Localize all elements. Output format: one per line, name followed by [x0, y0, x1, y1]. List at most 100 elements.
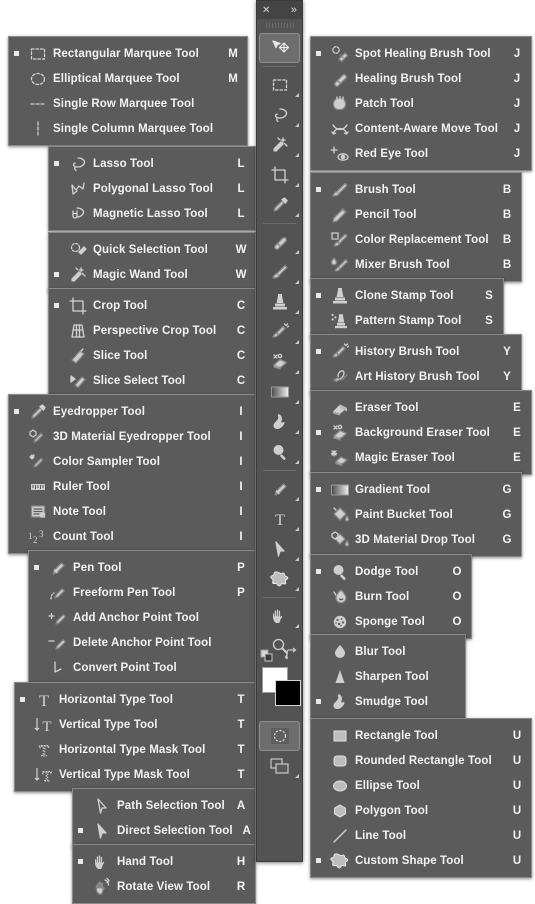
tool-item[interactable]: Art History Brush Tool Y: [311, 364, 521, 389]
tool-item[interactable]: Slice Select Tool C: [49, 368, 255, 393]
tool-item[interactable]: Perspective Crop Tool C: [49, 318, 255, 343]
swap-colors-icon[interactable]: [284, 647, 299, 667]
tool-item[interactable]: Brush Tool B: [311, 177, 521, 202]
tool-item[interactable]: T Vertical Type Tool T: [15, 712, 255, 737]
path-selection-tool-button[interactable]: [257, 534, 302, 564]
expand-collapse-icon[interactable]: »: [291, 4, 297, 16]
tool-item[interactable]: Color Sampler Tool I: [9, 449, 255, 474]
tool-item[interactable]: Spot Healing Brush Tool J: [311, 41, 531, 66]
rectangular-marquee-tool-button[interactable]: [257, 70, 302, 100]
screen-mode-button[interactable]: [257, 751, 302, 781]
eyedropper-tool-button[interactable]: [257, 190, 302, 220]
tool-item[interactable]: Rectangle Tool U: [311, 723, 531, 748]
tool-item[interactable]: Single Column Marquee Tool: [9, 116, 247, 141]
selected-indicator: [15, 697, 29, 702]
tool-item[interactable]: T Horizontal Type Tool T: [15, 687, 255, 712]
tool-item[interactable]: Rectangular Marquee Tool M: [9, 41, 247, 66]
tool-item[interactable]: Red Eye Tool J: [311, 141, 531, 166]
tool-item[interactable]: Magnetic Lasso Tool L: [49, 201, 255, 226]
tool-item[interactable]: Sponge Tool O: [311, 609, 471, 634]
tool-item[interactable]: Single Row Marquee Tool: [9, 91, 247, 116]
lasso-tool-button[interactable]: [257, 100, 302, 130]
tool-item[interactable]: Content-Aware Move Tool J: [311, 116, 531, 141]
tool-item[interactable]: Background Eraser Tool E: [311, 420, 531, 445]
tool-item[interactable]: 1 2 3 Count Tool I: [9, 524, 255, 549]
tool-item[interactable]: Eraser Tool E: [311, 395, 531, 420]
tool-label: Delete Anchor Point Tool: [73, 636, 212, 649]
tool-shortcut: B: [502, 183, 512, 196]
tool-item[interactable]: Slice Tool C: [49, 343, 255, 368]
tool-item[interactable]: Ellipse Tool U: [311, 773, 531, 798]
patch-icon: [325, 91, 355, 116]
spot-healing-brush-tool-button[interactable]: [257, 227, 302, 257]
tool-item[interactable]: 3D Material Drop Tool G: [311, 527, 521, 552]
tool-item[interactable]: Crop Tool C: [49, 293, 255, 318]
tool-item[interactable]: Lasso Tool L: [49, 151, 255, 176]
tool-item[interactable]: Paint Bucket Tool G: [311, 502, 521, 527]
tool-label: Background Eraser Tool: [355, 426, 490, 439]
horizontal-type-tool-button[interactable]: T: [257, 504, 302, 534]
magic-wand-tool-button[interactable]: [257, 130, 302, 160]
tool-item[interactable]: Elliptical Marquee Tool M: [9, 66, 247, 91]
tool-item[interactable]: Add Anchor Point Tool: [29, 605, 255, 630]
tool-item[interactable]: Rounded Rectangle Tool U: [311, 748, 531, 773]
tool-item[interactable]: Rotate View Tool R: [73, 874, 255, 899]
custom-shape-tool-button[interactable]: [257, 564, 302, 594]
tool-item[interactable]: T Vertical Type Mask Tool T: [15, 762, 255, 787]
hand-tool-button[interactable]: [257, 601, 302, 631]
tool-item[interactable]: Healing Brush Tool J: [311, 66, 531, 91]
dodge-tool-button[interactable]: [257, 437, 302, 467]
tool-item[interactable]: History Brush Tool Y: [311, 339, 521, 364]
tool-item[interactable]: Pencil Tool B: [311, 202, 521, 227]
tool-item[interactable]: Delete Anchor Point Tool: [29, 630, 255, 655]
tool-item[interactable]: Mixer Brush Tool B: [311, 252, 521, 277]
tool-item[interactable]: Blur Tool: [311, 639, 465, 664]
tool-item[interactable]: Burn Tool O: [311, 584, 471, 609]
tool-item[interactable]: Custom Shape Tool U: [311, 848, 531, 873]
tool-item[interactable]: T Horizontal Type Mask Tool T: [15, 737, 255, 762]
background-color-swatch[interactable]: [275, 680, 301, 706]
tool-item[interactable]: Clone Stamp Tool S: [311, 283, 503, 308]
move-tool-button[interactable]: [259, 33, 300, 63]
svg-text:T: T: [42, 769, 51, 785]
tool-item[interactable]: Color Replacement Tool B: [311, 227, 521, 252]
tool-item[interactable]: Convert Point Tool: [29, 655, 255, 680]
default-colors-icon[interactable]: [260, 649, 274, 668]
tool-item[interactable]: Line Tool U: [311, 823, 531, 848]
tool-shortcut: U: [512, 854, 522, 867]
tool-item[interactable]: Polygonal Lasso Tool L: [49, 176, 255, 201]
tool-item[interactable]: Smudge Tool: [311, 689, 465, 714]
tool-item[interactable]: Polygon Tool U: [311, 798, 531, 823]
pen-tool-button[interactable]: [257, 474, 302, 504]
tool-item[interactable]: Eyedropper Tool I: [9, 399, 255, 424]
history-brush-tool-button[interactable]: [257, 317, 302, 347]
tool-item[interactable]: Pattern Stamp Tool S: [311, 308, 503, 333]
tool-item[interactable]: Hand Tool H: [73, 849, 255, 874]
tool-item[interactable]: Note Tool I: [9, 499, 255, 524]
tool-item[interactable]: Path Selection Tool A: [73, 793, 255, 818]
close-icon[interactable]: ✕: [262, 5, 270, 16]
tool-item[interactable]: Direct Selection Tool A: [73, 818, 255, 843]
clone-stamp-tool-button[interactable]: [257, 287, 302, 317]
tool-item[interactable]: Dodge Tool O: [311, 559, 471, 584]
tool-item[interactable]: Patch Tool J: [311, 91, 531, 116]
gradient-tool-button[interactable]: [257, 377, 302, 407]
tool-item[interactable]: Sharpen Tool: [311, 664, 465, 689]
tool-item[interactable]: Magic Wand Tool W: [49, 262, 255, 287]
drag-handle[interactable]: [263, 21, 296, 30]
eraser-tool-button[interactable]: [257, 347, 302, 377]
smudge-tool-button[interactable]: [257, 407, 302, 437]
tool-label: Brush Tool: [355, 183, 416, 196]
brush-tool-button[interactable]: [257, 257, 302, 287]
tool-item[interactable]: Gradient Tool G: [311, 477, 521, 502]
crop-tool-button[interactable]: [257, 160, 302, 190]
tool-item[interactable]: Magic Eraser Tool E: [311, 445, 531, 470]
tool-item[interactable]: Ruler Tool I: [9, 474, 255, 499]
crop-icon: [63, 293, 93, 318]
tool-item[interactable]: 3D Material Eyedropper Tool I: [9, 424, 255, 449]
tool-item[interactable]: Pen Tool P: [29, 555, 255, 580]
tool-item[interactable]: Freeform Pen Tool P: [29, 580, 255, 605]
quick-mask-mode-button[interactable]: [259, 721, 300, 751]
tool-item[interactable]: Quick Selection Tool W: [49, 237, 255, 262]
svg-text:2: 2: [33, 535, 38, 545]
